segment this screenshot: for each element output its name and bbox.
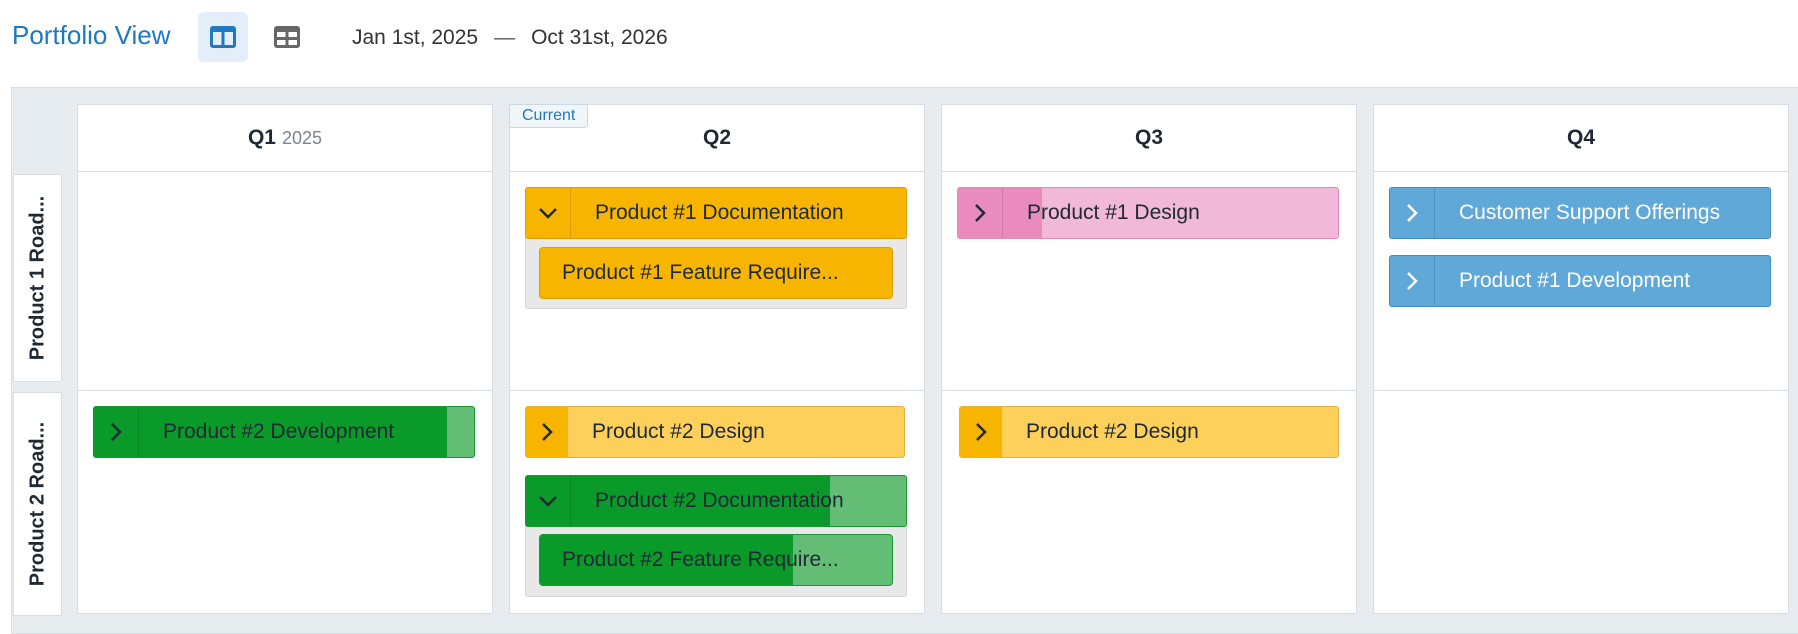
date-range[interactable]: Jan 1st, 2025 — Oct 31st, 2026: [352, 26, 668, 50]
expand-toggle[interactable]: [94, 407, 139, 457]
collapse-toggle[interactable]: [526, 476, 571, 526]
expand-toggle[interactable]: [960, 407, 1002, 457]
card-label: Product #2 Design: [1026, 420, 1199, 443]
collapse-toggle[interactable]: [526, 188, 571, 238]
chevron-down-icon: [539, 496, 557, 507]
card-customer-support[interactable]: Customer Support Offerings: [1389, 187, 1771, 239]
expand-toggle[interactable]: [958, 188, 1003, 238]
date-separator: —: [494, 26, 516, 49]
row-label-product-2[interactable]: Product 2 Road...: [13, 392, 62, 616]
row-divider: [510, 390, 924, 391]
card-p1-development[interactable]: Product #1 Development: [1389, 255, 1771, 307]
card-p2-design-q2[interactable]: Product #2 Design: [525, 406, 905, 458]
column-header-q3: Q3: [942, 105, 1356, 172]
row-label-text: Product 2 Road...: [26, 421, 48, 587]
row-divider: [1374, 390, 1788, 391]
chevron-right-icon: [1407, 272, 1418, 290]
chevron-right-icon: [975, 204, 986, 222]
column-year: 2025: [281, 128, 323, 148]
chevron-down-icon: [539, 208, 557, 219]
column-q4: Q4 Customer Support Offerings Product #1…: [1373, 104, 1789, 614]
card-p2-development[interactable]: Product #2 Development: [93, 406, 475, 458]
card-p1-feature-requirements[interactable]: Product #1 Feature Require...: [539, 247, 893, 299]
column-q1: Q1 2025 Product #2 Development: [77, 104, 493, 614]
card-label: Product #2 Documentation: [595, 489, 844, 512]
row-label-text: Product 1 Road...: [26, 195, 48, 361]
card-p2-design-q3[interactable]: Product #2 Design: [959, 406, 1339, 458]
card-label: Product #1 Feature Require...: [562, 261, 839, 284]
column-q3: Q3 Product #1 Design Product #2 Design: [941, 104, 1357, 614]
column-label: Q2: [702, 126, 731, 149]
date-end: Oct 31st, 2026: [531, 26, 668, 49]
card-label: Product #2 Feature Require...: [562, 548, 839, 571]
card-label: Product #1 Documentation: [595, 201, 844, 224]
chevron-right-icon: [976, 423, 987, 441]
columns-icon: [210, 26, 236, 48]
column-header-q2: Q2: [510, 105, 924, 172]
card-label: Product #1 Development: [1459, 269, 1691, 292]
expand-toggle[interactable]: [1390, 188, 1435, 238]
board-view-button[interactable]: [198, 12, 248, 62]
row-divider: [942, 390, 1356, 391]
grid-icon: [274, 26, 300, 48]
column-label: Q3: [1134, 126, 1163, 149]
card-label: Product #2 Design: [592, 420, 765, 443]
column-label: Q1: [247, 126, 276, 149]
card-label: Product #1 Design: [1027, 201, 1200, 224]
portfolio-board: Product 1 Road... Product 2 Road... Q1 20…: [11, 87, 1798, 634]
column-header-q1: Q1 2025: [78, 105, 492, 172]
column-q2: Current Q2 Product #1 Documentation Prod…: [509, 104, 925, 614]
column-label: Q4: [1566, 126, 1595, 149]
card-label: Product #2 Development: [163, 420, 395, 443]
date-start: Jan 1st, 2025: [352, 26, 479, 49]
header: Portfolio View Jan 1st, 2025 — Oct 31st, 2…: [0, 0, 1798, 80]
expand-toggle[interactable]: [526, 407, 568, 457]
chevron-right-icon: [1407, 204, 1418, 222]
card-label: Customer Support Offerings: [1459, 201, 1721, 224]
continues-edge: [960, 407, 964, 457]
row-label-product-1[interactable]: Product 1 Road...: [13, 174, 62, 382]
row-divider: [78, 390, 492, 391]
table-view-button[interactable]: [262, 12, 312, 62]
continues-edge: [1766, 188, 1770, 238]
card-p2-feature-requirements[interactable]: Product #2 Feature Require...: [539, 534, 893, 586]
page-title[interactable]: Portfolio View: [12, 20, 171, 51]
card-p2-documentation[interactable]: Product #2 Documentation: [525, 475, 907, 527]
chevron-right-icon: [542, 423, 553, 441]
card-p1-documentation[interactable]: Product #1 Documentation: [525, 187, 907, 239]
continues-edge: [900, 407, 904, 457]
card-p1-design[interactable]: Product #1 Design: [957, 187, 1339, 239]
expand-toggle[interactable]: [1390, 256, 1435, 306]
chevron-right-icon: [111, 423, 122, 441]
column-header-q4: Q4: [1374, 105, 1788, 172]
